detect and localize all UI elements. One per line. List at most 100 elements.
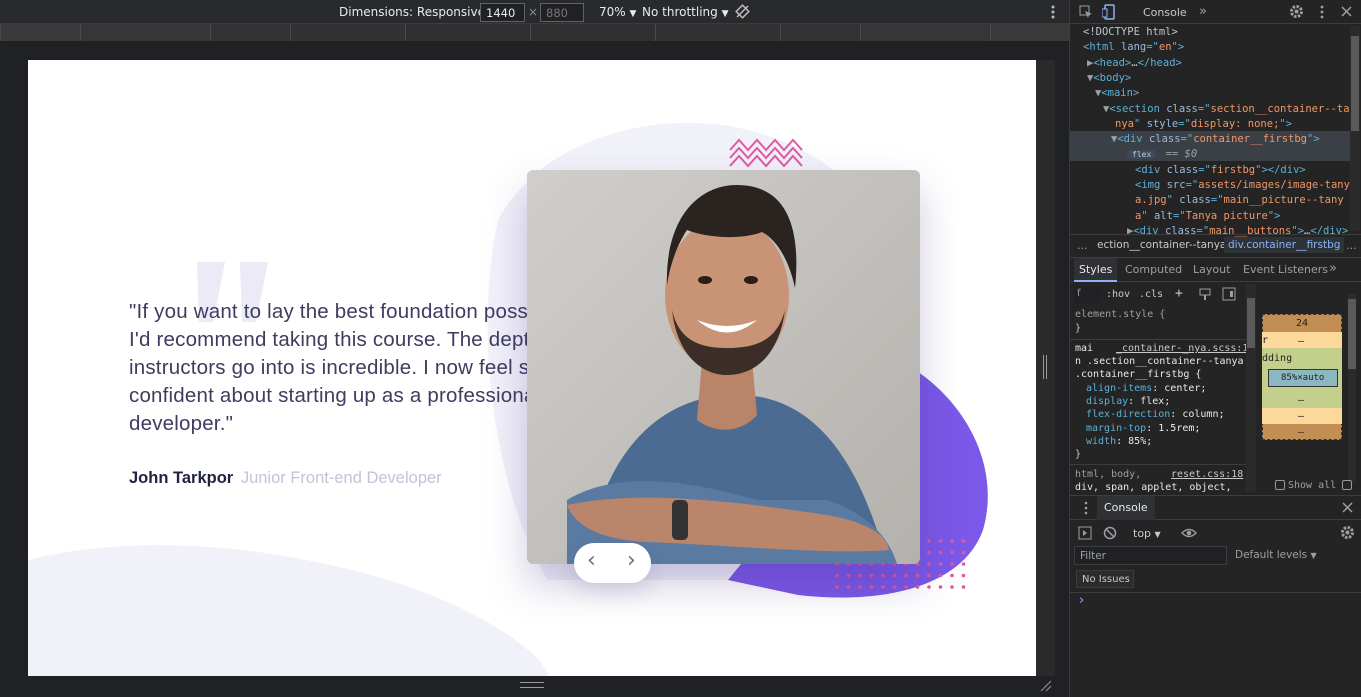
border-label: r	[1262, 335, 1269, 346]
rotate-icon[interactable]	[735, 4, 750, 19]
styles-scrollbar[interactable]	[1246, 284, 1256, 492]
breadcrumb-current[interactable]: div.container__firstbg	[1224, 237, 1345, 253]
tab-event-listeners[interactable]: Event Listeners	[1243, 263, 1328, 276]
decor-dot	[881, 573, 885, 578]
testimonial-author: John Tarkpor Junior Front-end Developer	[129, 469, 442, 488]
border-bottom-value: –	[1298, 411, 1305, 422]
decor-dot	[927, 562, 931, 566]
zoom-dropdown[interactable]: 70% ▼	[599, 5, 636, 19]
decor-dot	[881, 585, 885, 589]
dom-node-line[interactable]: <img src="assets/images/image-tany	[1135, 178, 1350, 193]
tab-layout[interactable]: Layout	[1193, 263, 1230, 276]
width-input[interactable]: 1440	[480, 3, 525, 22]
throttling-dropdown[interactable]: No throttling ▼	[642, 5, 729, 19]
prev-button[interactable]: ‹	[587, 548, 596, 573]
gear-icon[interactable]	[1289, 4, 1304, 19]
tab-console[interactable]: Console	[1143, 6, 1187, 19]
breadcrumb-section[interactable]: ection__container--tanya	[1097, 239, 1226, 251]
device-toolbar: Dimensions: Responsive ▼ 1440 × 880 70% …	[0, 0, 1069, 24]
close-drawer-icon[interactable]	[1342, 502, 1353, 513]
code-token: class	[1166, 163, 1199, 176]
code-token: <!DOCTYPE html>	[1083, 26, 1178, 38]
log-levels-dropdown[interactable]: Default levels ▼	[1235, 549, 1317, 561]
resize-grip[interactable]	[1043, 355, 1047, 379]
css-value: 85%;	[1128, 435, 1153, 447]
more-tabs-icon[interactable]: »	[1199, 4, 1207, 19]
next-button[interactable]: ›	[627, 548, 636, 573]
css-declaration[interactable]: align-items: center;	[1086, 382, 1206, 395]
css-declaration[interactable]: flex-direction: column;	[1086, 408, 1225, 421]
log-levels-label: Default levels	[1235, 549, 1308, 561]
paint-icon[interactable]	[1198, 287, 1212, 301]
margin-top-value: 24	[1296, 318, 1309, 329]
dom-node-line[interactable]: a" alt="Tanya picture">	[1135, 209, 1280, 224]
flex-badge: flex	[1127, 150, 1157, 160]
tab-computed[interactable]: Computed	[1125, 263, 1182, 276]
dom-node-line[interactable]: ▼<body>	[1087, 71, 1131, 86]
code-token: main__picture--tany	[1223, 194, 1344, 207]
css-colon: :	[1146, 422, 1159, 434]
tab-styles[interactable]: Styles	[1074, 258, 1118, 282]
sidebar-toggle-icon[interactable]	[1222, 287, 1236, 301]
dom-node-line[interactable]: <!DOCTYPE html>	[1083, 25, 1178, 40]
dom-node-line[interactable]: ▼<section class="section__container--ta	[1103, 102, 1350, 117]
dom-node-line[interactable]: ▼<main>	[1095, 86, 1139, 101]
show-all-checkbox[interactable]	[1275, 480, 1285, 490]
css-colon: :	[1116, 435, 1129, 447]
hov-toggle[interactable]: :hov	[1106, 288, 1130, 301]
console-filter-input[interactable]: Filter	[1074, 546, 1227, 565]
code-token: Tanya picture	[1185, 209, 1268, 222]
dom-node-line[interactable]: <html lang="en">	[1083, 40, 1184, 55]
more-tabs-icon[interactable]: »	[1329, 261, 1337, 276]
breadcrumb-ellipsis[interactable]: ...	[1077, 239, 1088, 252]
code-token: container__firstbg	[1193, 133, 1307, 146]
device-toggle-icon[interactable]	[1102, 4, 1116, 20]
eye-icon[interactable]	[1181, 527, 1197, 539]
elements-scrollbar[interactable]	[1350, 26, 1360, 231]
bottom-resize-handle[interactable]	[520, 682, 544, 688]
decor-dot	[858, 585, 862, 589]
decor-dot	[904, 585, 908, 589]
css-colon: :	[1128, 396, 1141, 408]
dom-node-line[interactable]: ▼<div class="container__firstbg">	[1111, 132, 1320, 147]
clear-console-icon[interactable]	[1103, 526, 1117, 540]
dom-node-line[interactable]: a.jpg" class="main__picture--tany	[1135, 193, 1344, 208]
drawer-menu-icon[interactable]	[1083, 501, 1089, 515]
reset-source-link[interactable]: reset.css:18	[1171, 468, 1243, 481]
group-checkbox[interactable]	[1342, 480, 1352, 490]
styles-filter-input[interactable]: f	[1074, 286, 1100, 303]
element-style-close: }	[1075, 323, 1082, 334]
console-settings-icon[interactable]	[1340, 525, 1355, 540]
reset-selector: html, body,	[1075, 469, 1142, 480]
dom-node-line[interactable]: flex == $0	[1127, 147, 1197, 162]
dom-node-line[interactable]: nya" style="display: none;">	[1115, 117, 1292, 132]
decor-dot	[892, 573, 897, 578]
inspect-element-icon[interactable]	[1079, 5, 1093, 19]
css-declaration[interactable]: width: 85%;	[1086, 435, 1152, 448]
corner-resize-icon[interactable]	[1040, 680, 1052, 692]
code-token: style	[1146, 117, 1179, 130]
decor-dot	[846, 573, 851, 578]
dom-node-line[interactable]: <div class="firstbg"></div>	[1135, 163, 1306, 178]
add-rule-icon[interactable]: +	[1175, 287, 1183, 300]
close-icon[interactable]	[1341, 6, 1352, 17]
issues-button[interactable]: No Issues	[1076, 570, 1134, 588]
context-dropdown[interactable]: top ▼	[1133, 527, 1161, 540]
computed-scrollbar[interactable]	[1348, 294, 1356, 484]
code-token: "	[1133, 117, 1147, 130]
more-options-icon[interactable]	[1318, 5, 1326, 19]
css-declaration[interactable]: display: flex;	[1086, 395, 1170, 408]
cls-toggle[interactable]: .cls	[1139, 288, 1163, 301]
console-prompt[interactable]: ›	[1079, 593, 1084, 608]
breadcrumb-more[interactable]: ...	[1346, 239, 1357, 252]
decor-dot	[938, 585, 943, 589]
dimensions-dropdown[interactable]: Dimensions: Responsive ▼	[339, 5, 496, 19]
height-input[interactable]: 880	[540, 3, 584, 22]
css-declaration[interactable]: margin-top: 1.5rem;	[1086, 422, 1200, 435]
rule-source-link[interactable]: _container-_nya.scss:13	[1116, 342, 1254, 355]
drawer-tab-console[interactable]: Console	[1097, 496, 1155, 520]
decor-dot	[938, 562, 943, 566]
sidebar-toggle-icon[interactable]	[1078, 526, 1092, 540]
dom-node-line[interactable]: ▶<head>…</head>	[1087, 56, 1182, 71]
more-options-icon[interactable]	[1047, 5, 1059, 20]
